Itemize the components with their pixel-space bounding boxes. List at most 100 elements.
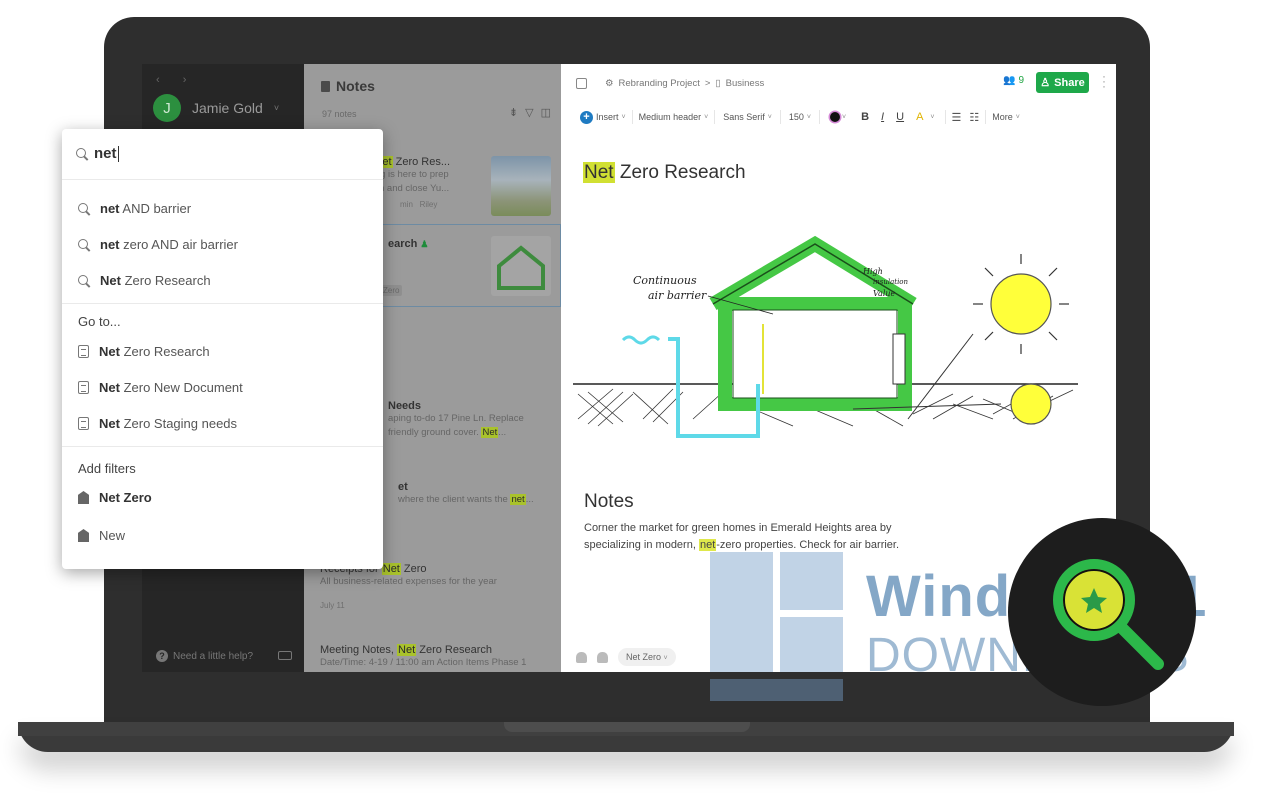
goto-note[interactable]: Net Zero Research [78,344,210,359]
search-badge [1008,518,1196,706]
sun-small [1010,383,1052,425]
goto-note[interactable]: Net Zero Staging needs [78,416,237,431]
underline-button[interactable]: U [891,111,909,123]
help-link[interactable]: ? Need a little help? [156,650,253,662]
search-highlight: Net [481,427,499,438]
list-item[interactable]: Meeting Notes, Net Zero Research Date/Ti… [304,644,561,670]
italic-button[interactable]: I [876,111,889,123]
list-group: ☰ ☷ [946,110,987,124]
goto-text: Net Zero New Document [99,380,243,395]
filters-heading: Add filters [78,461,136,476]
match-text: Net [99,416,120,431]
note-snippet-text: ... [525,494,534,505]
suggestion-text: net zero AND air barrier [100,237,238,252]
search-icon [78,274,90,287]
search-highlight: net [510,494,526,505]
chevron-down-icon: ˅ [806,113,811,121]
search-suggestion[interactable]: net zero AND air barrier [78,237,238,252]
note-list-title-text: Notes [336,78,375,94]
font-family-dropdown[interactable]: Sans Serif ˅ [715,110,781,124]
sort-icon[interactable]: ⇟ [509,106,518,119]
more-options-icon[interactable]: · · · [1102,70,1106,92]
divider [62,446,383,447]
note-title-text: Zero Research [614,162,746,183]
search-icon [76,147,88,160]
goto-text: Net Zero Staging needs [99,416,237,431]
note-snippet: Date/Time: 4-19 / 11:00 am Action Items … [320,657,527,668]
search-suggestion[interactable]: Net Zero Research [78,273,211,288]
goto-rest: Zero Staging needs [119,416,238,431]
breadcrumb: ⚙ Rebranding Project > ▯ Business [605,78,764,89]
search-highlight: Net [583,162,615,183]
notes-heading: Notes [584,491,634,512]
chevron-down-icon: ˅ [1015,113,1020,121]
reminder-icon[interactable] [576,651,587,663]
suggestion-rest: Zero Research [120,273,211,288]
account-switcher[interactable]: J Jamie Gold ˅ [153,94,279,122]
chevron-down-icon: ˅ [273,103,280,113]
breadcrumb-project[interactable]: Rebranding Project [619,78,700,89]
filter-tag[interactable]: New [78,528,125,543]
insert-label: Insert [596,112,619,122]
bold-button[interactable]: B [856,111,874,123]
search-suggestion[interactable]: net AND barrier [78,201,191,216]
sketch-label: High [862,267,883,276]
more-dropdown[interactable]: More ˅ [986,110,1026,124]
filter-tag[interactable]: Net Zero [78,490,152,505]
share-label: Share [1054,76,1085,89]
more-label: More [992,112,1013,122]
note-title[interactable]: Net Zero Research [583,162,746,184]
editor-header: ⚙ Rebranding Project > ▯ Business [561,64,1116,102]
sketch-label: insulation [873,278,909,286]
tag-icon [78,491,89,504]
filter-icon[interactable]: ▽ [525,106,533,119]
notes-text: -zero properties. Check for air barrier. [716,539,900,551]
user-name: Jamie Gold [192,100,263,116]
suggestion-text: Net Zero Research [100,273,211,288]
collaborators-count[interactable]: 👥 9 [1003,75,1024,86]
paragraph-style-dropdown[interactable]: Medium header ˅ [633,110,716,124]
highlight-button[interactable]: A [911,111,928,123]
editor-footer: Net Zero ˅ [576,648,676,666]
expand-icon[interactable] [576,77,587,89]
bulleted-list-icon[interactable]: ☰ [952,111,962,124]
goto-rest: Zero Research [119,344,210,359]
nav-arrows[interactable]: ‹ › [156,74,196,86]
keyboard-icon[interactable] [278,651,292,660]
tag-pill[interactable]: Net Zero ˅ [618,648,676,666]
match-text: Net [99,344,120,359]
add-tag-icon[interactable] [597,651,608,663]
note-thumbnail [491,156,551,216]
note-list-tools: ⇟ ▽ ◫ [509,106,551,119]
sketch-label: Value [873,289,896,298]
goto-rest: Zero New Document [119,380,243,395]
notes-body[interactable]: Corner the market for green homes in Eme… [584,520,1024,554]
note-tag: Zero [380,285,403,296]
text-color-button[interactable] [830,112,840,122]
breadcrumb-notebook[interactable]: Business [726,78,765,89]
note-snippet: All business-related expenses for the ye… [320,576,497,587]
note-title-text: earch [388,238,418,250]
search-highlight: Net [381,563,401,575]
search-query: net [94,145,117,162]
goto-note[interactable]: Net Zero New Document [78,380,243,395]
note-title-text: Meeting Notes, [320,644,398,656]
logo-tile [780,617,843,672]
sketch-label: Continuous [633,274,697,287]
note-title-text: Zero [400,563,427,575]
match-text: Net [99,380,120,395]
help-icon: ? [156,650,168,662]
share-button[interactable]: ♙ Share [1036,72,1089,93]
numbered-list-icon[interactable]: ☷ [969,111,979,124]
view-options-icon[interactable]: ◫ [541,106,551,119]
suggestion-rest: AND barrier [119,201,192,216]
font-size-dropdown[interactable]: 150 ˅ [781,110,820,124]
note-title: Meeting Notes, Net Zero Research [320,644,561,656]
match-text: Net [100,273,121,288]
note-icon [78,345,89,358]
note-icon [78,417,89,430]
note-icon [78,381,89,394]
search-input[interactable]: net [76,145,119,162]
list-item[interactable]: Receipts for Net Zero All business-relat… [304,563,561,610]
insert-button[interactable]: + Insert ˅ [574,110,633,124]
